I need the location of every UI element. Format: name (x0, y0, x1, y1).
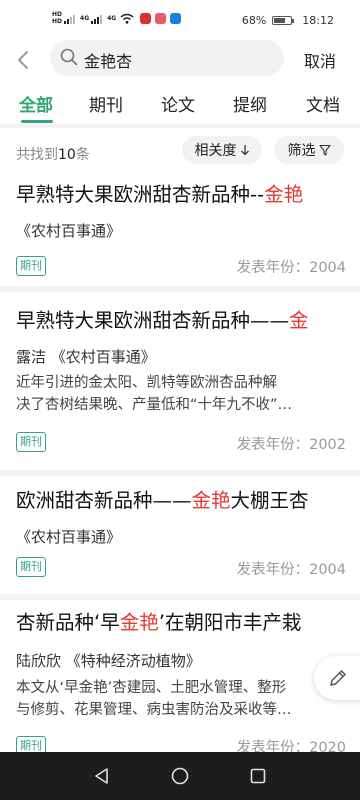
journal-tag: 期刊 (16, 432, 46, 452)
result-card[interactable]: 欧洲甜杏新品种——金艳大棚王杏 《农村百事通》 期刊 发表年份：2004 (0, 476, 360, 594)
tab-documents[interactable]: 文档 (306, 91, 340, 116)
sort-label: 相关度 (194, 143, 237, 159)
circle-home-icon[interactable] (170, 766, 190, 786)
result-count: 共找到10条 (16, 147, 90, 163)
floating-edit-button[interactable] (314, 656, 360, 700)
result-source: 《农村百事通》 (16, 528, 122, 546)
search-query: 金艳杏 (84, 52, 133, 71)
publish-year: 发表年份：2004 (236, 562, 346, 578)
journal-tag: 期刊 (16, 256, 46, 276)
result-card[interactable]: 早熟特大果欧洲甜杏新品种——金 露洁 《农村百事通》 近年引进的金太阳、凯特等欧… (0, 292, 360, 470)
result-abstract: 近年引进的金太阳、凯特等欧洲杏品种解 决了杏树结果晚、产量低和“十年九不收”… (16, 375, 293, 413)
funnel-icon (318, 144, 331, 156)
tab-journals[interactable]: 期刊 (89, 91, 123, 116)
signal-icon-1 (64, 13, 76, 24)
search-row: 金艳杏 取消 (0, 40, 360, 80)
tab-outlines[interactable]: 提纲 (233, 91, 267, 116)
hd-indicator-2: HD (52, 18, 63, 25)
result-source: 露洁 《农村百事通》 (16, 348, 156, 366)
search-input[interactable]: 金艳杏 (50, 40, 284, 76)
result-card[interactable]: 杏新品种‘早金艳’在朝阳市丰产栽 陆欣欣 《特种经济动植物》 本文从‘早金艳’杏… (0, 600, 360, 756)
tab-all[interactable]: 全部 (19, 91, 53, 116)
filter-label: 筛选 (287, 143, 316, 159)
result-title: 早熟特大果欧洲甜杏新品种--金艳 (16, 183, 304, 206)
back-button[interactable] (8, 44, 38, 76)
status-left-icons: HD HD 4G 4G (52, 12, 182, 25)
battery-icon (272, 16, 295, 25)
result-title: 欧洲甜杏新品种——金艳大棚王杏 (16, 489, 309, 512)
network-type-2: 4G (107, 14, 117, 22)
result-abstract: 本文从‘早金艳’杏建园、土肥水管理、整形 与修剪、花果管理、病虫害防治及采收等… (16, 680, 292, 718)
cancel-button[interactable]: 取消 (304, 48, 336, 72)
chevron-left-icon (18, 51, 28, 69)
app-notification-icon-blue (170, 13, 182, 24)
pencil-icon (330, 670, 346, 686)
network-type-1: 4G (80, 14, 90, 22)
publish-year: 发表年份：2004 (236, 260, 346, 276)
sort-button[interactable]: 相关度 (182, 136, 262, 164)
triangle-back-icon[interactable] (92, 766, 112, 786)
divider (0, 124, 360, 128)
result-title: 早熟特大果欧洲甜杏新品种——金 (16, 309, 309, 332)
journal-tag: 期刊 (16, 557, 46, 577)
square-recent-icon[interactable] (248, 766, 268, 786)
app-notification-icon-pink (155, 13, 167, 24)
filter-button[interactable]: 筛选 (274, 136, 344, 164)
system-nav-bar (0, 752, 360, 800)
result-card[interactable]: 早熟特大果欧洲甜杏新品种--金艳 《农村百事通》 期刊 发表年份：2004 (0, 170, 360, 286)
arrow-down-icon (240, 145, 249, 156)
publish-year: 发表年份：2002 (236, 437, 346, 453)
status-right: 68% 18:12 (242, 14, 334, 27)
active-tab-indicator (21, 120, 53, 123)
result-source: 陆欣欣 《特种经济动植物》 (16, 652, 201, 670)
battery-percent: 68% (241, 14, 267, 27)
result-source: 《农村百事通》 (16, 222, 122, 240)
category-tabs: 全部 期刊 论文 提纲 文档 (0, 84, 360, 123)
status-bar: HD HD 4G 4G 68% 18:12 (0, 0, 360, 40)
results-toolbar: 共找到10条 相关度 筛选 (0, 134, 360, 170)
result-title: 杏新品种‘早金艳’在朝阳市丰产栽 (16, 611, 302, 634)
app-notification-icon-red (140, 13, 152, 24)
signal-icon-2 (91, 13, 103, 24)
search-icon (60, 48, 78, 66)
clock: 18:12 (302, 14, 334, 27)
tab-papers[interactable]: 论文 (161, 91, 195, 116)
wifi-icon (120, 13, 134, 24)
